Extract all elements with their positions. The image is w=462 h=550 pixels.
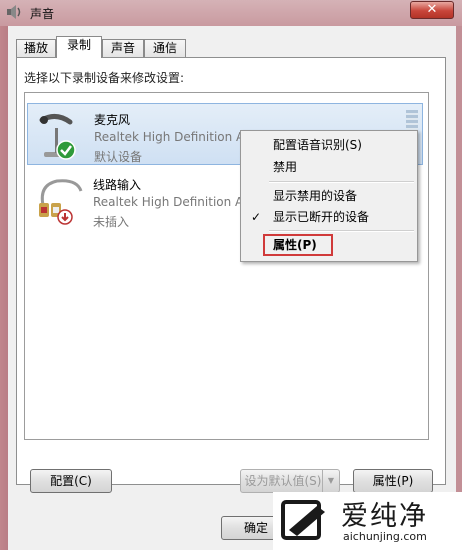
brand-logo-icon bbox=[281, 500, 325, 540]
tab-playback[interactable]: 播放 bbox=[16, 39, 56, 57]
configure-button[interactable]: 配置(C) bbox=[30, 469, 112, 493]
instruction-text: 选择以下录制设备来修改设置: bbox=[24, 71, 185, 85]
close-button[interactable]: ✕ bbox=[410, 1, 454, 19]
window-title: 声音 bbox=[30, 7, 55, 21]
set-default-button[interactable]: 设为默认值(S) ▼ bbox=[240, 469, 340, 493]
set-default-label: 设为默认值(S) bbox=[244, 474, 322, 488]
menu-separator bbox=[269, 181, 414, 183]
tab-recording[interactable]: 录制 bbox=[56, 36, 102, 58]
title-bar[interactable]: 声音 ✕ bbox=[0, 0, 462, 26]
menu-item-configure-speech[interactable]: 配置语音识别(S) bbox=[243, 135, 415, 155]
red-down-arrow-icon bbox=[57, 209, 73, 225]
sound-window: 声音 ✕ 播放 录制 声音 通信 选择以下录制设备来修改设置: 麦克风 Real… bbox=[0, 0, 462, 550]
tab-communications[interactable]: 通信 bbox=[144, 39, 186, 57]
chevron-down-icon[interactable]: ▼ bbox=[322, 470, 339, 492]
context-menu: 配置语音识别(S) 禁用 显示禁用的设备 ✓ 显示已断开的设备 属性(P) bbox=[240, 130, 418, 262]
tab-sounds[interactable]: 声音 bbox=[102, 39, 144, 57]
properties-button[interactable]: 属性(P) bbox=[353, 469, 433, 493]
dialog-body: 播放 录制 声音 通信 选择以下录制设备来修改设置: 麦克风 Realtek H… bbox=[8, 26, 456, 550]
watermark: 爱纯净 aichunjing.com bbox=[273, 492, 462, 550]
highlight-annotation bbox=[263, 234, 333, 256]
device-name: 线路输入 bbox=[93, 178, 142, 192]
menu-item-show-disabled[interactable]: 显示禁用的设备 bbox=[243, 186, 415, 206]
device-name: 麦克风 bbox=[94, 113, 131, 127]
menu-item-disable[interactable]: 禁用 bbox=[243, 157, 415, 177]
speaker-icon bbox=[7, 5, 21, 19]
watermark-brand: 爱纯净 bbox=[341, 501, 428, 532]
device-status: 默认设备 bbox=[94, 150, 143, 164]
watermark-url: aichunjing.com bbox=[343, 530, 427, 543]
checkmark-icon: ✓ bbox=[251, 210, 262, 224]
menu-item-show-disconnected[interactable]: ✓ 显示已断开的设备 bbox=[243, 207, 415, 227]
menu-separator bbox=[269, 230, 414, 232]
close-icon: ✕ bbox=[426, 2, 438, 17]
device-status: 未插入 bbox=[93, 215, 130, 229]
green-check-icon bbox=[56, 140, 76, 160]
